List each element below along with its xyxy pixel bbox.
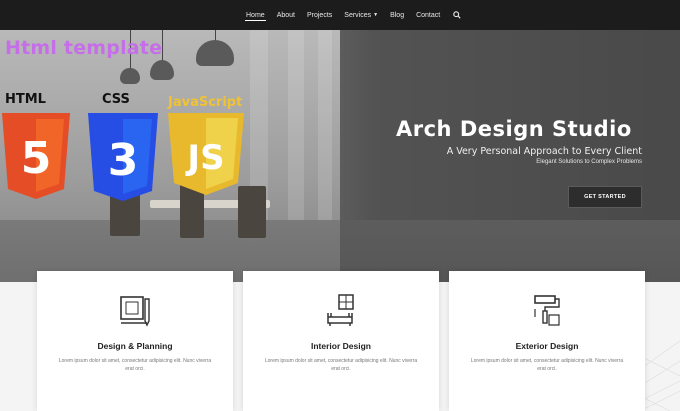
javascript-label: JavaScript [168,95,243,110]
card-title: Exterior Design [515,341,579,351]
nav-label: Contact [416,11,441,19]
get-started-button[interactable]: GET STARTED [568,186,642,208]
hero-subtitle: A Very Personal Approach to Every Client [446,146,642,157]
search-icon[interactable] [450,0,464,30]
nav-label: About [276,11,295,19]
blueprint-icon [120,296,150,327]
css3-number: 3 [108,135,139,186]
javascript-logo-icon: JS [168,113,244,195]
card-title: Design & Planning [97,341,173,351]
paint-roller-icon [534,295,560,326]
furniture-icon [327,294,354,326]
card-title: Interior Design [311,341,371,351]
nav-item-about[interactable]: About [271,0,301,30]
html5-logo-icon: 5 [2,113,70,199]
js-letters: JS [185,138,224,178]
nav-label: Home [246,11,265,19]
html5-number: 5 [21,133,52,184]
nav-label: Projects [306,11,333,19]
chevron-down-icon: ▼ [373,12,379,18]
card-text: Lorem ipsum dolor sit amet, consectetur … [264,358,418,372]
nav-item-blog[interactable]: Blog [384,0,410,30]
pendant-lamp [120,68,140,84]
css-label: CSS [102,92,130,107]
nav-item-home[interactable]: Home [240,0,271,30]
nav-label: Services [344,11,372,19]
nav-item-services[interactable]: Services ▼ [338,0,384,30]
pendant-lamp [150,60,174,80]
service-card-interior-design[interactable]: Interior Design Lorem ipsum dolor sit am… [243,271,439,411]
service-card-design-planning[interactable]: Design & Planning Lorem ipsum dolor sit … [37,271,233,411]
nav-item-projects[interactable]: Projects [301,0,338,30]
hero-title: Arch Design Studio [396,117,632,141]
html-label: HTML [5,92,46,107]
service-card-exterior-design[interactable]: Exterior Design Lorem ipsum dolor sit am… [449,271,645,411]
top-navbar: Home About Projects Services ▼ Blog Conta… [0,0,680,30]
hero-tagline: Elegant Solutions to Complex Problems [536,159,642,165]
card-text: Lorem ipsum dolor sit amet, consectetur … [470,358,624,372]
nav-label: Blog [390,11,405,19]
nav-links: Home About Projects Services ▼ Blog Conta… [240,0,464,30]
promo-title: Html template [5,37,163,59]
service-cards: Design & Planning Lorem ipsum dolor sit … [37,271,647,411]
css3-logo-icon: 3 [88,113,158,201]
card-text: Lorem ipsum dolor sit amet, consectetur … [58,358,212,372]
nav-item-contact[interactable]: Contact [410,0,446,30]
